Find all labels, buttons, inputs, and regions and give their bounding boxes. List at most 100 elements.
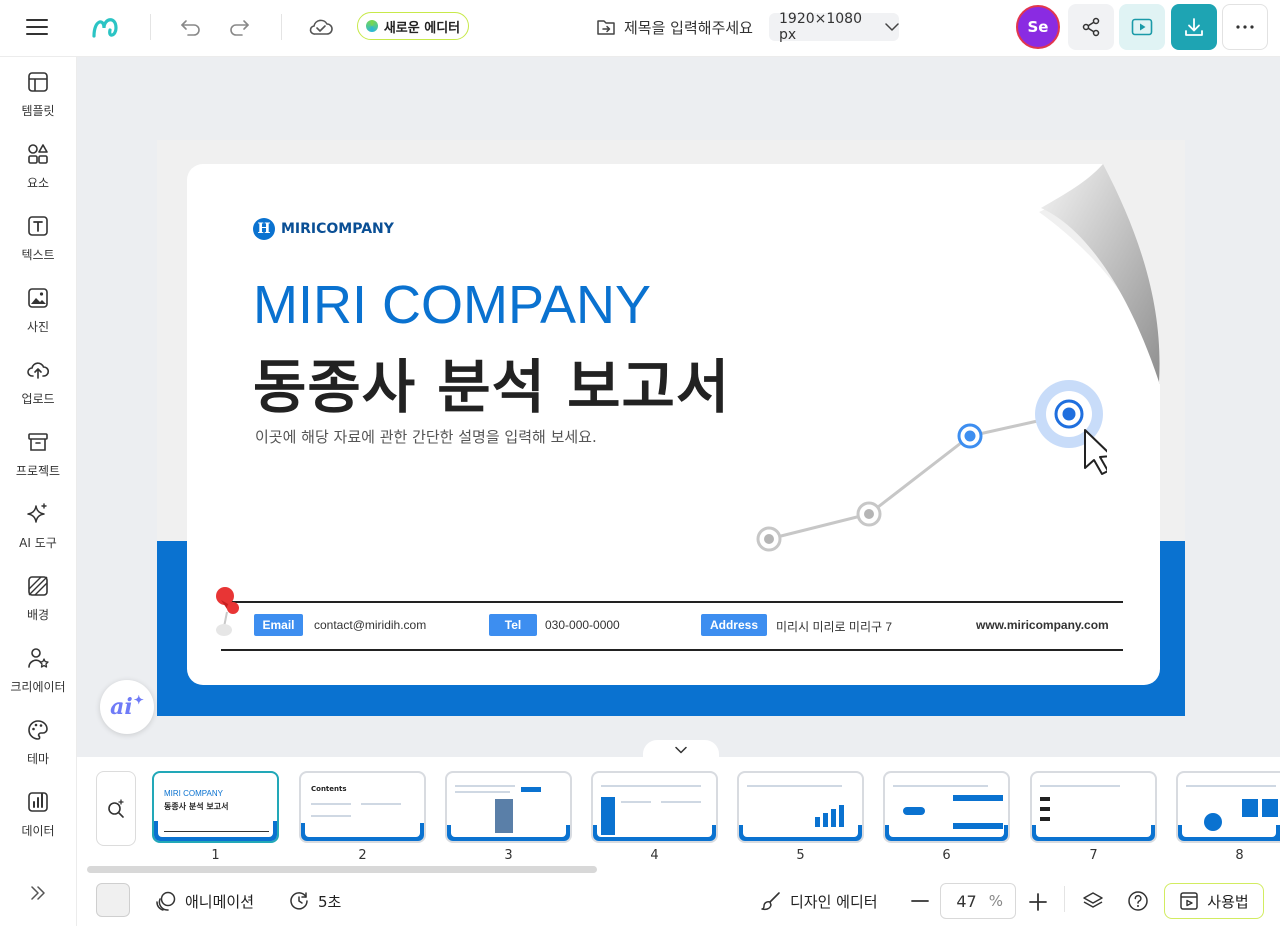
tel-value[interactable]: 030-000-0000 (545, 618, 620, 632)
zoom-input[interactable]: 47 % (940, 883, 1016, 919)
cloud-check-icon[interactable] (306, 13, 336, 41)
company-logo: H MIRICOMPANY (253, 218, 394, 240)
photo-icon (26, 286, 50, 314)
sidebar-item-photo[interactable]: 사진 (0, 286, 76, 346)
layers-icon[interactable] (1080, 888, 1106, 914)
avatar[interactable]: Se (1016, 5, 1060, 49)
undo-icon[interactable] (178, 14, 204, 40)
sidebar-item-label: AI 도구 (19, 536, 57, 550)
sidebar-item-label: 템플릿 (21, 104, 55, 118)
sidebar-item-project[interactable]: 프로젝트 (0, 430, 76, 490)
thumb-block (601, 797, 615, 835)
divider (1064, 886, 1065, 912)
background-color-swatch[interactable] (96, 883, 130, 917)
sidebar-item-theme[interactable]: 테마 (0, 718, 76, 778)
page-thumbnail-5[interactable] (737, 771, 864, 843)
thumb-line (311, 803, 351, 805)
canvas-size-select[interactable]: 1920×1080 px (769, 11, 899, 43)
thumb-line (361, 803, 401, 805)
document-title[interactable]: 제목을 입력해주세요 (596, 14, 753, 40)
page-number: 4 (650, 848, 659, 863)
zoom-unit: % (988, 892, 1003, 910)
sidebar-item-label: 요소 (26, 176, 50, 190)
chevron-down-icon (675, 746, 687, 754)
page-thumbnail-6[interactable] (883, 771, 1010, 843)
animation-icon (155, 890, 177, 912)
pushpin-icon (216, 587, 239, 636)
sidebar-item-label: 배경 (26, 608, 50, 622)
ai-assistant-label: ai (110, 694, 133, 720)
double-chevron-right-icon[interactable] (24, 880, 52, 906)
page-thumbnail-2[interactable]: Contents (299, 771, 426, 843)
design-editor-button[interactable]: 디자인 에디터 (760, 880, 878, 922)
thumb-block (953, 823, 1003, 829)
sidebar-item-label: 프로젝트 (15, 464, 61, 478)
thumb-block (1040, 817, 1050, 821)
sparkle-icon: ✦ (133, 693, 144, 707)
thumb-block (1040, 797, 1050, 801)
ai-assistant-button[interactable]: ai ✦ (100, 680, 154, 734)
thumb-block (1262, 799, 1278, 817)
sidebar-item-label: 테마 (26, 752, 50, 766)
help-icon[interactable] (1125, 888, 1151, 914)
sidebar-item-creator[interactable]: 크리에이터 (0, 646, 76, 706)
slide-canvas[interactable]: H MIRICOMPANY MIRI COMPANY 동종사 분석 보고서 이곳… (157, 140, 1185, 716)
website-text[interactable]: www.miricompany.com (976, 618, 1109, 632)
document-title-input[interactable]: 제목을 입력해주세요 (624, 17, 753, 38)
guide-label: 사용법 (1207, 892, 1249, 911)
miri-logo-icon[interactable] (88, 10, 126, 44)
sidebar-item-elements[interactable]: 요소 (0, 142, 76, 202)
share-icon (1081, 17, 1101, 37)
slide-title-korean[interactable]: 동종사 분석 보고서 (253, 340, 730, 424)
preview-button[interactable] (1119, 4, 1165, 50)
sidebar-item-label: 데이터 (21, 824, 55, 838)
editor-logo-icon (365, 20, 378, 32)
sidebar-item-ai-tools[interactable]: AI 도구 (0, 502, 76, 562)
zoom-in-button[interactable] (1026, 890, 1050, 914)
more-button[interactable] (1222, 4, 1268, 50)
divider (221, 649, 1123, 651)
thumb-line (1186, 785, 1276, 787)
page-thumbnail-3[interactable] (445, 771, 572, 843)
address-value[interactable]: 미리시 미리로 미리구 7 (776, 618, 892, 635)
zoom-out-button[interactable] (908, 890, 932, 912)
page-thumbnail-4[interactable] (591, 771, 718, 843)
redo-icon[interactable] (226, 14, 252, 40)
page-search-button[interactable] (96, 771, 136, 846)
growth-line-illustration (756, 380, 1107, 552)
new-editor-badge[interactable]: 새로운 에디터 (357, 12, 469, 40)
sidebar-item-upload[interactable]: 업로드 (0, 358, 76, 418)
page-thumbnail-8[interactable] (1176, 771, 1280, 843)
page-thumbnail-1[interactable]: MIRI COMPANY 동종사 분석 보고서 (152, 771, 279, 843)
page-number: 1 (211, 848, 220, 863)
canvas-size-value: 1920×1080 px (779, 11, 862, 43)
sidebar-item-templates[interactable]: 템플릿 (0, 70, 76, 130)
folder-move-icon[interactable] (596, 18, 616, 36)
share-button[interactable] (1068, 4, 1114, 50)
duration-button[interactable]: 5초 (288, 880, 341, 922)
sidebar-item-label: 사진 (26, 320, 50, 334)
sidebar-item-label: 업로드 (21, 392, 55, 406)
email-value[interactable]: contact@miridih.com (314, 618, 426, 632)
thumb-title: Contents (311, 785, 347, 793)
thumb-line (311, 815, 351, 817)
thumb-line (893, 785, 988, 787)
sidebar-item-data[interactable]: 데이터 (0, 790, 76, 850)
minus-icon (911, 900, 929, 902)
slide-subtitle[interactable]: 이곳에 해당 자료에 관한 간단한 설명을 입력해 보세요. (255, 426, 597, 447)
hamburger-icon[interactable] (22, 14, 52, 40)
animation-button[interactable]: 애니메이션 (155, 880, 254, 922)
page-strip-scrollbar[interactable] (87, 866, 597, 873)
collapse-pages-button[interactable] (643, 740, 719, 760)
template-icon (26, 70, 50, 98)
search-sparkle-icon (106, 798, 126, 819)
design-editor-label: 디자인 에디터 (790, 892, 878, 911)
download-button[interactable] (1171, 4, 1217, 50)
thumb-bar (815, 817, 820, 827)
duration-label: 5초 (318, 892, 342, 911)
sidebar-item-text[interactable]: 텍스트 (0, 214, 76, 274)
page-thumbnail-7[interactable] (1030, 771, 1157, 843)
guide-button[interactable]: 사용법 (1164, 883, 1264, 919)
sidebar-item-background[interactable]: 배경 (0, 574, 76, 634)
slide-title-english[interactable]: MIRI COMPANY (253, 274, 651, 336)
